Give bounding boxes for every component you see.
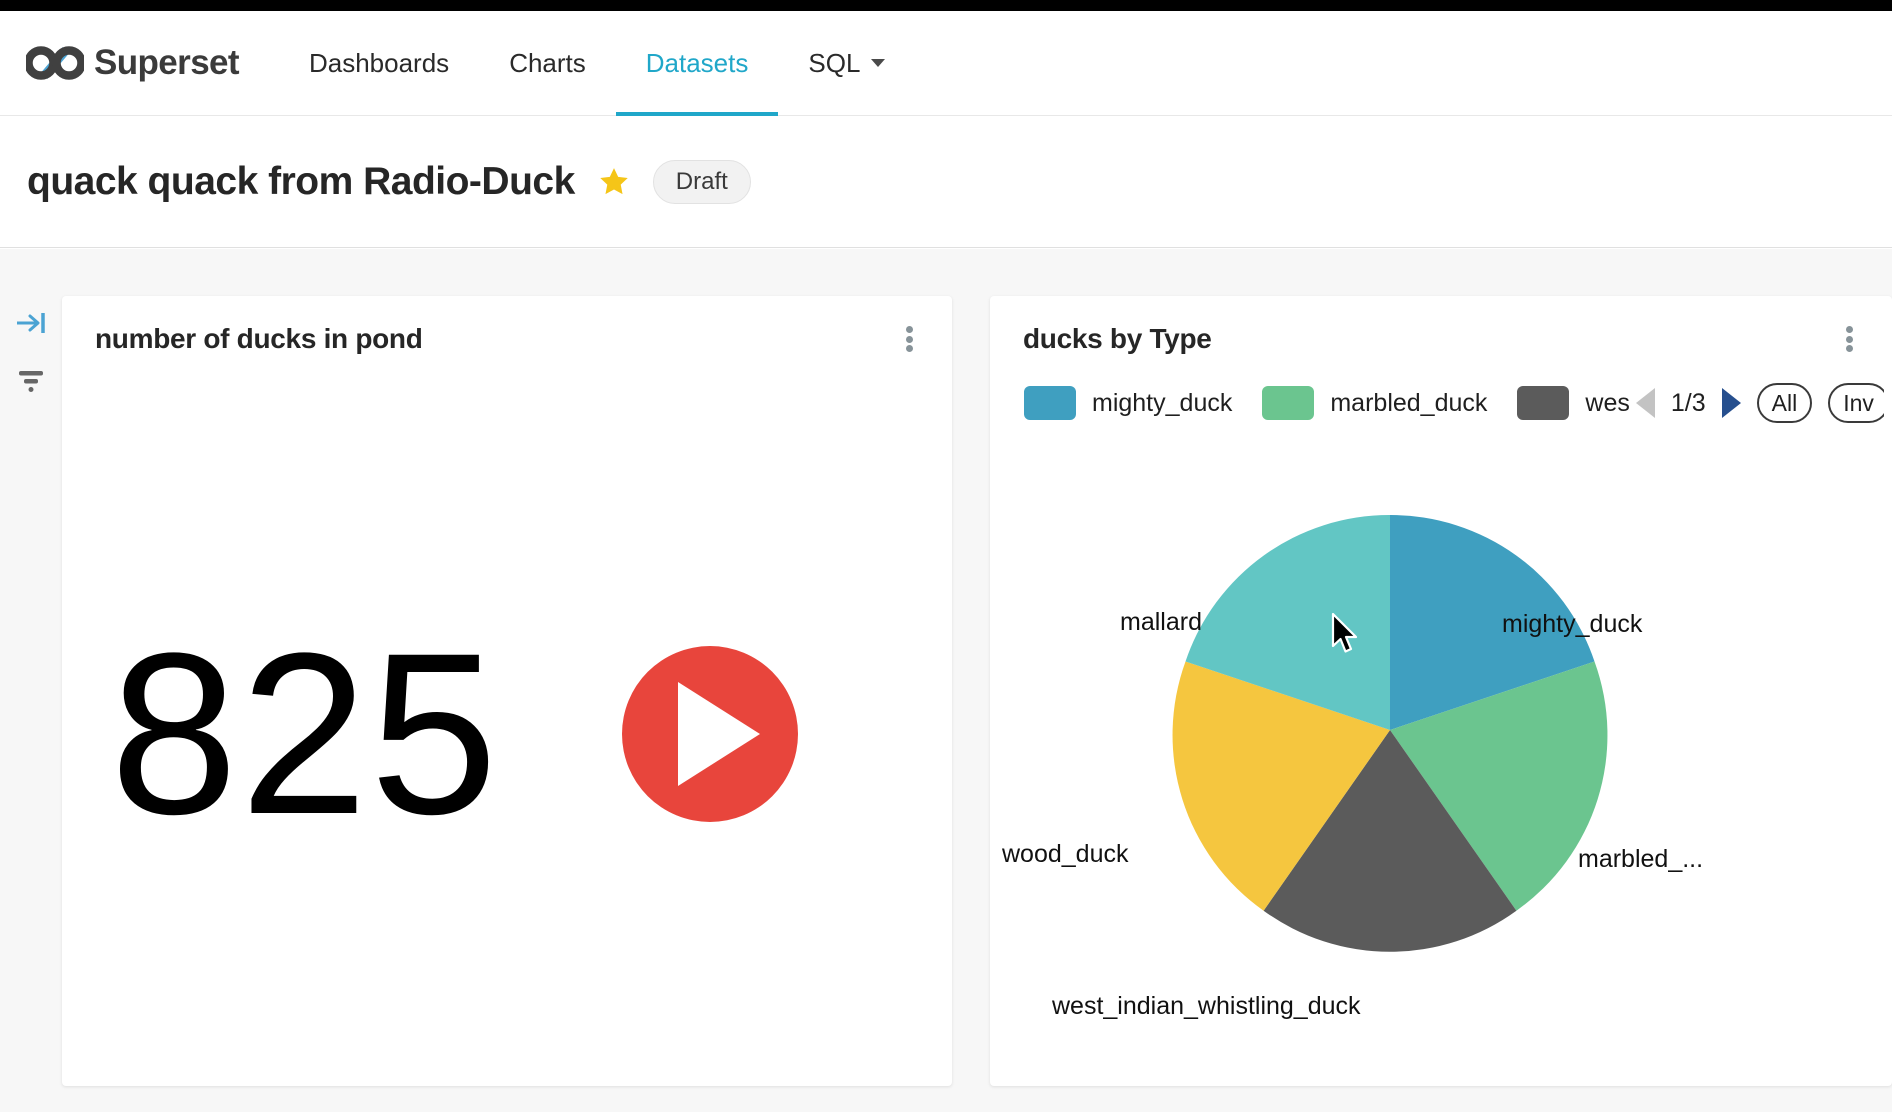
legend-swatch <box>1517 386 1570 420</box>
nav-link-datasets-label: Datasets <box>645 47 749 78</box>
legend-item-west-indian-whistling-duck[interactable]: wes <box>1517 386 1630 420</box>
pie-label-mighty-duck: mighty_duck <box>1502 610 1643 638</box>
nav-link-dashboards-label: Dashboards <box>308 47 450 78</box>
legend-item-mighty-duck[interactable]: mighty_duck <box>1024 386 1262 420</box>
chart-title-pie: ducks by Type <box>1023 323 1212 354</box>
nav-link-datasets[interactable]: Datasets <box>615 11 779 116</box>
star-icon[interactable] <box>575 165 631 199</box>
kebab-dot <box>905 345 913 352</box>
status-badge: Draft <box>652 160 751 204</box>
navbar-links: Dashboards Charts Datasets SQL <box>279 11 915 116</box>
pie-label-mallard: mallard <box>1120 608 1202 636</box>
legend-swatch <box>1262 386 1315 420</box>
kebab-dot <box>905 326 913 333</box>
legend-page-indicator: 1/3 <box>1670 388 1706 417</box>
legend-select-all-button[interactable]: All <box>1756 382 1813 424</box>
chart-title-big-number: number of ducks in pond <box>95 323 423 354</box>
dashboard-content: number of ducks in pond 825 ducks by Typ… <box>0 249 1892 1112</box>
play-button-icon[interactable] <box>622 646 798 822</box>
legend-swatch <box>1024 386 1076 420</box>
nav-link-charts[interactable]: Charts <box>479 11 616 116</box>
nav-link-charts-label: Charts <box>509 47 586 78</box>
dashboard-header: quack quack from Radio-Duck Draft <box>0 117 1892 248</box>
chevron-right-icon[interactable] <box>1721 388 1741 418</box>
chart-card-big-number: number of ducks in pond 825 <box>62 296 952 1086</box>
brand-name: Superset <box>94 43 240 82</box>
legend-label: wes <box>1585 388 1630 417</box>
pie-chart[interactable] <box>990 430 1892 1080</box>
play-triangle <box>678 682 760 786</box>
big-number-value: 825 <box>110 605 500 862</box>
pie-label-marbled-duck: marbled_... <box>1578 845 1704 873</box>
expand-panel-icon[interactable] <box>12 304 50 342</box>
legend-label: mighty_duck <box>1092 388 1233 417</box>
pie-label-west-indian-whistling-duck: west_indian_whistling_duck <box>1052 992 1361 1020</box>
chevron-left-icon[interactable] <box>1635 388 1655 418</box>
chart-legend: mighty_duck marbled_duck wes 1/3 All Inv <box>1024 376 1884 430</box>
kebab-dot <box>905 335 913 343</box>
card-header: ducks by Type <box>990 296 1892 382</box>
chevron-down-icon <box>871 59 886 67</box>
chart-card-pie: ducks by Type mighty_duck marbled_duck w… <box>990 296 1892 1086</box>
kebab-dot <box>1845 326 1853 333</box>
page-title: quack quack from Radio-Duck <box>27 160 575 203</box>
brand-home-link[interactable]: Superset <box>26 42 240 84</box>
kebab-dot <box>1845 345 1853 352</box>
kebab-dot <box>1845 335 1853 343</box>
kebab-menu-icon[interactable] <box>1834 322 1864 356</box>
left-rail <box>0 249 60 1112</box>
legend-invert-button[interactable]: Inv <box>1828 382 1884 424</box>
main-navbar: Superset Dashboards Charts Datasets SQL <box>0 11 1892 116</box>
nav-link-sql[interactable]: SQL <box>778 11 915 116</box>
kebab-menu-icon[interactable] <box>894 322 924 356</box>
infinity-logo-icon <box>26 42 84 84</box>
window-top-strip <box>0 0 1892 11</box>
nav-link-sql-label: SQL <box>808 47 861 78</box>
pie-chart-body: mallard mighty_duck wood_duck marbled_..… <box>990 430 1892 1080</box>
pie-label-wood-duck: wood_duck <box>1002 840 1129 868</box>
nav-link-dashboards[interactable]: Dashboards <box>279 11 479 116</box>
legend-label: marbled_duck <box>1330 388 1488 417</box>
card-header: number of ducks in pond <box>62 296 952 382</box>
big-number-body: 825 <box>62 382 952 1086</box>
filter-funnel-icon[interactable] <box>12 361 50 399</box>
legend-pager: 1/3 <box>1635 388 1741 418</box>
legend-item-marbled-duck[interactable]: marbled_duck <box>1262 386 1517 420</box>
